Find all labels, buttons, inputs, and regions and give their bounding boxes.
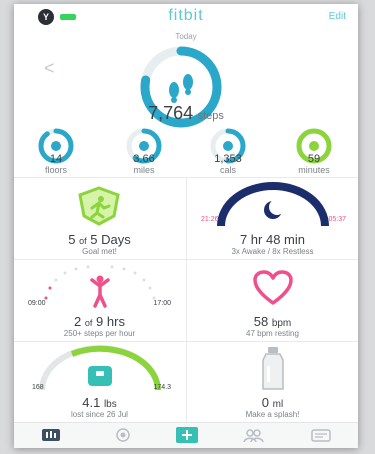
water-value: 0	[261, 395, 270, 410]
phone-screen: Y fitbit Edit Today < 7,764 steps 14 floo…	[14, 4, 358, 448]
day-label: Today	[175, 32, 197, 41]
plus-icon	[176, 427, 198, 443]
water-tile[interactable]: 0 ml Make a splash!	[187, 342, 358, 422]
water-bottle-icon	[262, 347, 284, 390]
weight-subtitle: lost since 26 Jul	[71, 410, 128, 419]
top-bar: Y fitbit Edit	[14, 4, 358, 30]
lightning-icon	[309, 141, 319, 151]
exercise-shield-icon	[78, 186, 120, 226]
hourly-start-time: 09:00	[28, 300, 46, 307]
messages-tab[interactable]	[310, 427, 332, 443]
person-icon	[90, 275, 110, 308]
message-icon	[311, 429, 331, 442]
steps-summary: 7,764 steps	[14, 103, 358, 124]
heart-icon	[253, 270, 293, 305]
stat-value: 14	[49, 153, 63, 165]
stat-value: 3.66	[133, 153, 155, 165]
friends-tab[interactable]	[242, 427, 264, 443]
exercise-summary: 5 of 5 Days	[14, 232, 185, 247]
hourly-subtitle: 250+ steps per hour	[63, 329, 136, 338]
sleep-arc-chart	[217, 182, 329, 227]
friends-icon	[243, 429, 264, 443]
exercise-value: 5	[68, 232, 76, 247]
water-subtitle: Make a splash!	[245, 410, 300, 419]
exercise-tile[interactable]: 5 of 5 Days Goal met!	[14, 178, 185, 258]
weight-value: 4.1	[82, 395, 101, 410]
sleep-end-time: 05:37	[328, 216, 346, 223]
dashboard-icon	[42, 429, 60, 441]
stat-value: 1,353	[214, 153, 242, 165]
hourly-summary: 2 of 9 hrs	[14, 314, 185, 329]
exercise-of: of	[79, 236, 87, 246]
heart-summary: 58 bpm	[187, 314, 358, 329]
stat-value: 59	[307, 153, 321, 165]
badge-icon	[116, 428, 130, 442]
weight-goal-label: 174.3	[153, 384, 171, 391]
flame-icon	[223, 141, 233, 151]
stat-label: miles	[133, 165, 155, 175]
hourly-activity-tile[interactable]: 09:00 17:00 2 of 9 hrs 250+ steps per ho…	[14, 260, 185, 340]
stat-label: minutes	[298, 165, 330, 175]
weight-unit: lbs	[103, 399, 117, 410]
sleep-tile[interactable]: 21:26 05:37 7 hr 48 min 3x Awake / 8x Re…	[187, 178, 358, 258]
heart-unit: bpm	[271, 318, 292, 329]
challenges-tab[interactable]	[112, 427, 134, 443]
location-pin-icon	[139, 141, 149, 151]
hourly-of: of	[84, 318, 93, 328]
exercise-total: 5 Days	[90, 232, 131, 247]
weight-start-label: 168	[32, 384, 44, 391]
weight-arc-chart	[39, 345, 161, 391]
weight-summary: 4.1 lbs	[14, 395, 185, 410]
stat-label: floors	[44, 165, 67, 175]
stat-label: cals	[219, 165, 236, 175]
water-summary: 0 ml	[187, 395, 358, 410]
brand-title: fitbit	[168, 7, 204, 24]
steps-unit: steps	[197, 110, 224, 122]
stairs-icon	[51, 141, 61, 151]
hourly-value: 2	[74, 314, 82, 329]
scale-icon	[88, 366, 112, 386]
previous-day-button[interactable]: <	[44, 58, 55, 79]
bottom-tab-bar	[14, 422, 358, 448]
sleep-duration: 7 hr 48 min	[239, 232, 306, 247]
edit-button[interactable]: Edit	[329, 11, 346, 22]
heart-value: 58	[253, 314, 269, 329]
water-unit: ml	[272, 399, 284, 410]
moon-icon	[264, 199, 285, 219]
dashboard-tab[interactable]	[40, 427, 62, 443]
hourly-end-time: 17:00	[153, 300, 171, 307]
steps-value: 7,764	[148, 103, 194, 123]
heart-subtitle: 47 bpm resting	[246, 329, 299, 338]
sleep-start-time: 21:26	[201, 216, 219, 223]
sleep-subtitle: 3x Awake / 8x Restless	[231, 247, 314, 256]
hourly-dots-arc	[44, 265, 156, 308]
hourly-total: 9 hrs	[96, 314, 125, 329]
weight-tile[interactable]: 168 174.3 4.1 lbs lost since 26 Jul	[14, 342, 185, 422]
log-tab[interactable]	[175, 426, 199, 444]
footprints-icon	[169, 74, 193, 103]
exercise-subtitle: Goal met!	[82, 247, 117, 256]
heart-rate-tile[interactable]: 58 bpm 47 bpm resting	[187, 260, 358, 340]
